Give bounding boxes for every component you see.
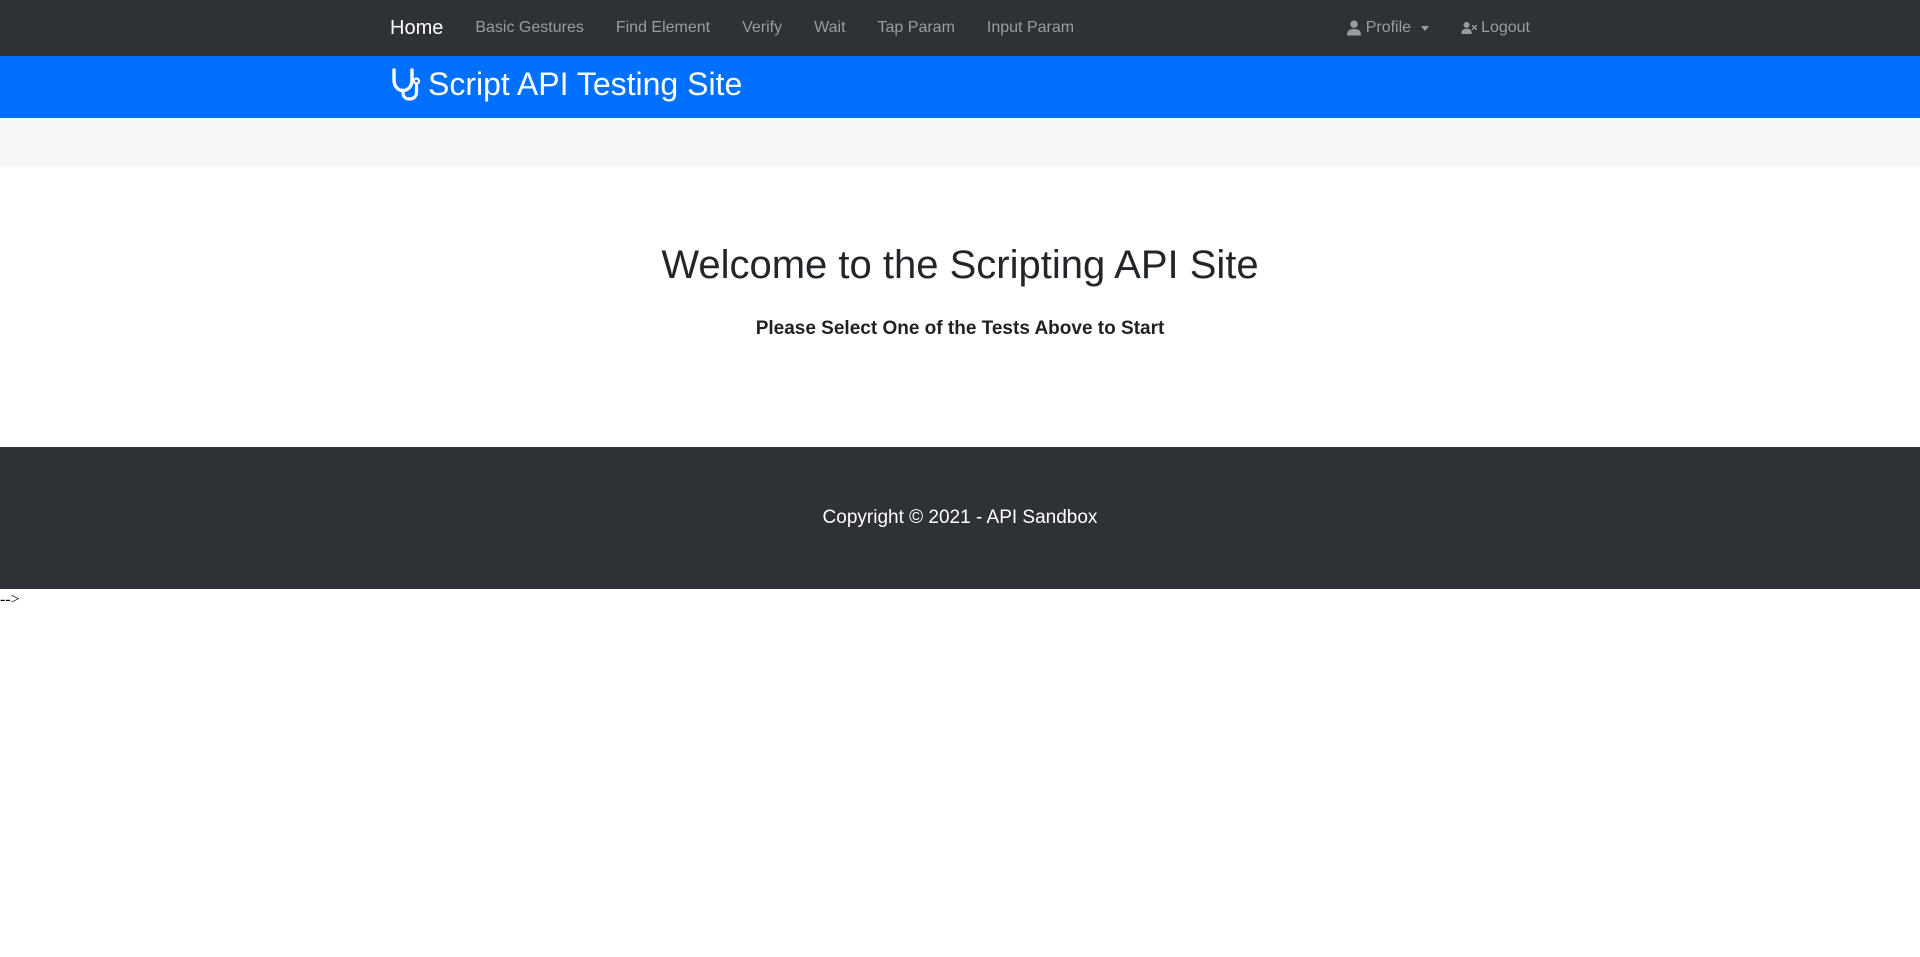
footer: Copyright © 2021 - API Sandbox bbox=[0, 447, 1920, 589]
site-title: Script API Testing Site bbox=[390, 66, 742, 103]
welcome-subheading: Please Select One of the Tests Above to … bbox=[755, 318, 1165, 339]
nav-left-group: Home Basic Gestures Find Element Verify … bbox=[390, 0, 1090, 56]
welcome-heading: Welcome to the Scripting API Site bbox=[661, 243, 1259, 287]
nav-home-link[interactable]: Home bbox=[390, 0, 459, 56]
nav-tap-param-link[interactable]: Tap Param bbox=[862, 0, 971, 56]
nav-basic-gestures-link[interactable]: Basic Gestures bbox=[459, 0, 599, 56]
nav-input-param-link[interactable]: Input Param bbox=[971, 0, 1090, 56]
nav-right-group: Profile Logout bbox=[1330, 0, 1530, 56]
nav-wait-link[interactable]: Wait bbox=[798, 0, 861, 56]
site-title-text: Script API Testing Site bbox=[428, 65, 743, 102]
stethoscope-icon bbox=[392, 68, 421, 101]
logout-label: Logout bbox=[1481, 19, 1530, 36]
nav-find-element-link[interactable]: Find Element bbox=[600, 0, 726, 56]
caret-down-icon bbox=[1421, 25, 1430, 31]
stray-comment-text: --> bbox=[0, 591, 20, 608]
top-navbar: Home Basic Gestures Find Element Verify … bbox=[0, 0, 1920, 56]
profile-dropdown[interactable]: Profile bbox=[1330, 0, 1445, 56]
profile-label: Profile bbox=[1365, 19, 1412, 36]
user-times-icon bbox=[1461, 22, 1477, 34]
logout-link[interactable]: Logout bbox=[1445, 0, 1530, 56]
copyright-text: Copyright © 2021 - API Sandbox bbox=[822, 507, 1098, 528]
user-icon bbox=[1346, 20, 1361, 36]
site-header: Script API Testing Site bbox=[0, 56, 1920, 118]
nav-verify-link[interactable]: Verify bbox=[726, 0, 798, 56]
main-content: Welcome to the Scripting API Site Please… bbox=[0, 167, 1920, 447]
gray-strip bbox=[0, 118, 1920, 167]
